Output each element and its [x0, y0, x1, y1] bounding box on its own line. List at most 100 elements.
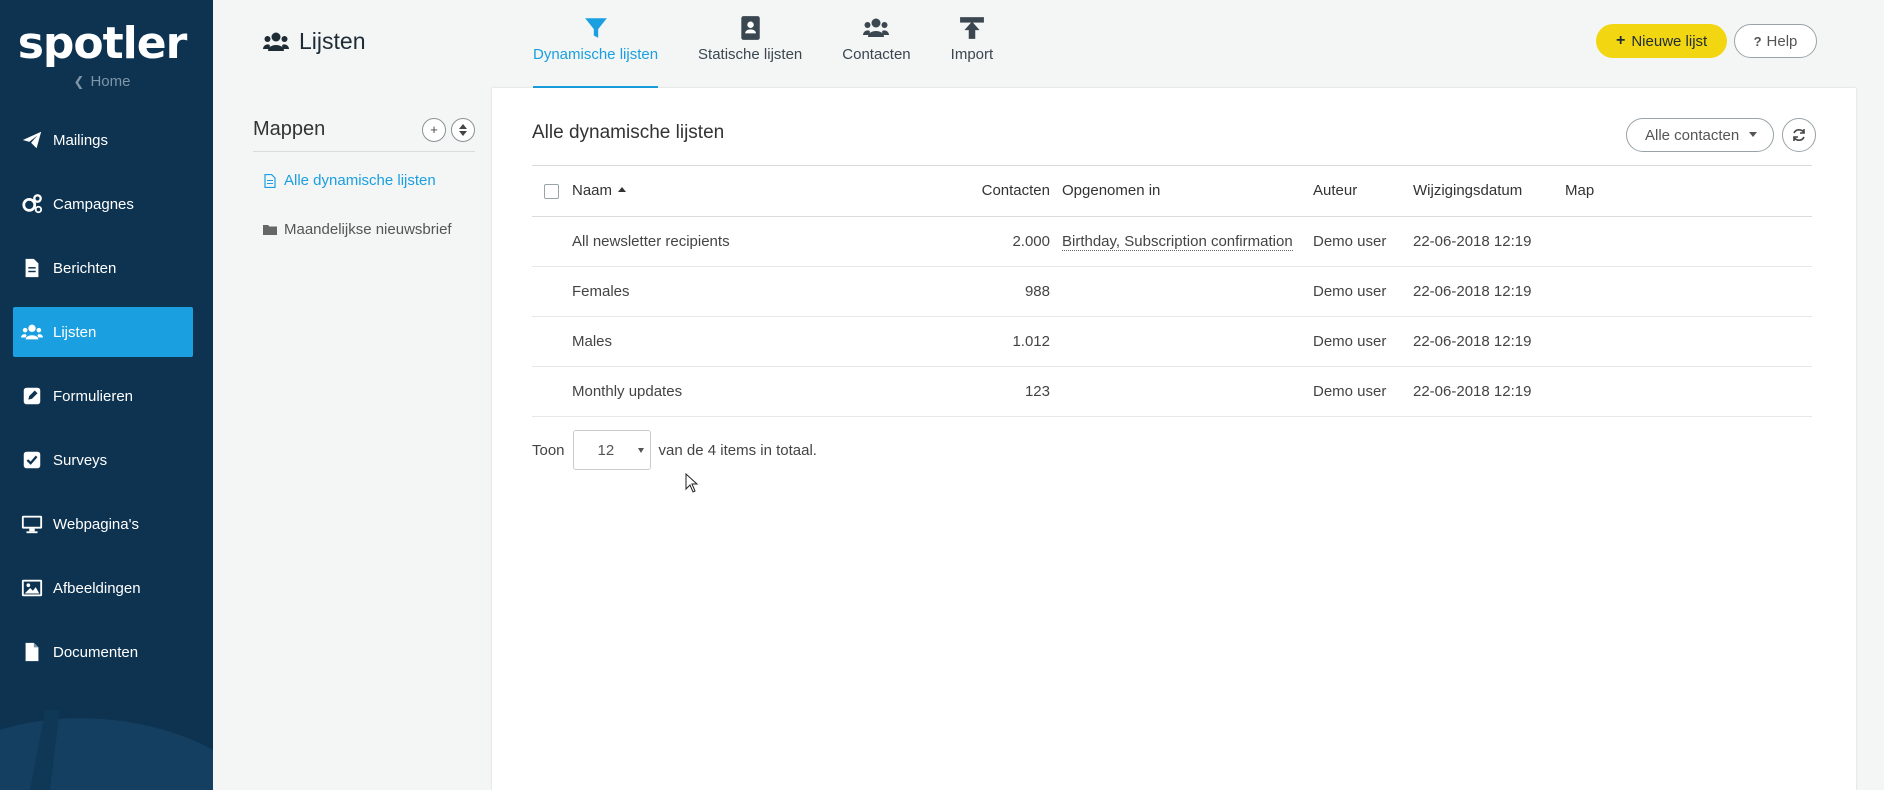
nav-item-label: Documenten — [53, 643, 139, 661]
cell-included — [1062, 316, 1313, 367]
desktop-icon — [21, 515, 43, 534]
folder-label: Maandelijkse nieuwsbrief — [284, 221, 452, 238]
cell-included: Birthday, Subscription confirmation — [1062, 216, 1313, 267]
nav-item-label: Campagnes — [53, 195, 134, 213]
column-header-included[interactable]: Opgenomen in — [1062, 166, 1313, 217]
cell-name[interactable]: Males — [572, 316, 977, 367]
nav-item-documenten[interactable]: Documenten — [13, 627, 193, 677]
table-row[interactable]: Monthly updates 123 Demo user 22-06-2018… — [532, 366, 1812, 417]
folder-alle-dynamische-lijsten[interactable]: Alle dynamische lijsten — [253, 172, 475, 189]
nav-item-label: Formulieren — [53, 387, 134, 405]
tab-label: Import — [950, 46, 994, 63]
main-title: Alle dynamische lijsten — [532, 122, 725, 143]
page-size-select[interactable]: 12 — [572, 430, 651, 470]
cell-included — [1062, 366, 1313, 417]
main-nav: Mailings Campagnes Berichten Lijsten For… — [13, 115, 193, 691]
cell-contacts: 1.012 — [977, 316, 1062, 367]
table-row[interactable]: Males 1.012 Demo user 22-06-2018 12:19 — [532, 316, 1812, 367]
add-folder-button[interactable]: + — [422, 117, 446, 142]
pager-summary: van de 4 items in totaal. — [658, 441, 817, 459]
page-title-text: Lijsten — [299, 28, 366, 54]
nav-item-webpaginas[interactable]: Webpagina's — [13, 499, 193, 549]
cell-author: Demo user — [1313, 266, 1413, 317]
nav-item-afbeeldingen[interactable]: Afbeeldingen — [13, 563, 193, 613]
column-header-author[interactable]: Auteur — [1313, 166, 1413, 217]
address-book-icon — [741, 16, 760, 40]
page-title: Lijsten — [263, 28, 365, 55]
pager-show-label: Toon — [532, 441, 565, 459]
table-header-row: Naam Contacten Opgenomen in Auteur Wijzi… — [532, 166, 1812, 217]
page-size-value: 12 — [597, 441, 615, 459]
upload-icon — [959, 17, 984, 39]
column-header-contacts[interactable]: Contacten — [977, 166, 1062, 217]
new-list-button[interactable]: + Nieuwe lijst — [1596, 24, 1728, 58]
brand-logo: spotler — [17, 18, 188, 69]
tab-dynamische-lijsten[interactable]: Dynamische lijsten — [533, 0, 659, 88]
included-in-link[interactable]: Birthday, Subscription confirmation — [1062, 232, 1293, 251]
refresh-button[interactable] — [1782, 118, 1816, 152]
folder-maandelijkse-nieuwsbrief[interactable]: Maandelijkse nieuwsbrief — [253, 221, 475, 238]
help-button[interactable]: ? Help — [1734, 24, 1817, 58]
nav-item-mailings[interactable]: Mailings — [13, 115, 193, 165]
nav-item-label: Mailings — [53, 131, 109, 149]
select-all-checkbox[interactable] — [544, 183, 559, 199]
tab-statische-lijsten[interactable]: Statische lijsten — [698, 0, 802, 88]
help-button-label: Help — [1766, 32, 1798, 50]
column-header-label: Naam — [572, 182, 613, 200]
home-link[interactable]: ❮ Home — [0, 73, 204, 90]
nav-item-berichten[interactable]: Berichten — [13, 243, 193, 293]
nav-item-formulieren[interactable]: Formulieren — [13, 371, 193, 421]
cell-name[interactable]: All newsletter recipients — [572, 216, 977, 267]
row-select-cell — [532, 266, 572, 317]
tab-bar: Dynamische lijsten Statische lijsten Con… — [533, 0, 1033, 88]
document-icon — [25, 258, 39, 278]
contacts-filter-dropdown[interactable]: Alle contacten — [1626, 118, 1774, 152]
sidebar: spotler ❮ Home Mailings Campagnes Bericht… — [0, 0, 213, 790]
sort-icon — [459, 123, 467, 136]
column-header-folder[interactable]: Map — [1565, 166, 1812, 217]
nav-item-surveys[interactable]: Surveys — [13, 435, 193, 485]
column-header-name[interactable]: Naam — [572, 166, 977, 217]
folder-label: Alle dynamische lijsten — [284, 172, 436, 189]
nav-item-lijsten[interactable]: Lijsten — [13, 307, 193, 357]
folders-actions: + — [422, 117, 475, 142]
users-icon — [263, 32, 289, 51]
users-icon — [21, 324, 43, 340]
image-icon — [21, 579, 43, 597]
users-icon — [863, 18, 890, 37]
folders-title: Mappen — [253, 118, 326, 140]
cell-folder — [1565, 366, 1812, 417]
check-square-icon — [23, 451, 41, 469]
cell-author: Demo user — [1313, 216, 1413, 267]
cell-folder — [1565, 266, 1812, 317]
nav-item-label: Lijsten — [53, 323, 97, 341]
caret-down-icon — [637, 448, 644, 453]
tab-import[interactable]: Import — [950, 0, 994, 88]
cell-folder — [1565, 216, 1812, 267]
cell-name[interactable]: Monthly updates — [572, 366, 977, 417]
sort-ascending-icon — [618, 187, 627, 193]
tab-contacten[interactable]: Contacten — [842, 0, 911, 88]
cell-modified: 22-06-2018 12:19 — [1413, 316, 1565, 367]
cell-modified: 22-06-2018 12:19 — [1413, 216, 1565, 267]
cell-contacts: 2.000 — [977, 216, 1062, 267]
new-list-button-label: Nieuwe lijst — [1631, 32, 1708, 50]
cell-name[interactable]: Females — [572, 266, 977, 317]
table-row[interactable]: Females 988 Demo user 22-06-2018 12:19 — [532, 266, 1812, 317]
folder-icon — [263, 224, 277, 235]
edit-icon — [23, 387, 41, 405]
cell-modified: 22-06-2018 12:19 — [1413, 266, 1565, 317]
decorative-swoosh — [0, 710, 213, 790]
nav-item-campagnes[interactable]: Campagnes — [13, 179, 193, 229]
caret-down-icon — [1749, 132, 1757, 137]
paper-plane-icon — [22, 131, 42, 149]
folders-header: Mappen + — [253, 117, 475, 152]
cell-author: Demo user — [1313, 316, 1413, 367]
refresh-icon — [1793, 129, 1805, 141]
table-row[interactable]: All newsletter recipients 2.000 Birthday… — [532, 216, 1812, 267]
gears-icon — [22, 194, 43, 214]
column-header-modified[interactable]: Wijzigingsdatum — [1413, 166, 1565, 217]
sort-folders-button[interactable] — [451, 117, 475, 142]
row-select-cell — [532, 366, 572, 417]
chevron-left-icon: ❮ — [73, 74, 85, 89]
